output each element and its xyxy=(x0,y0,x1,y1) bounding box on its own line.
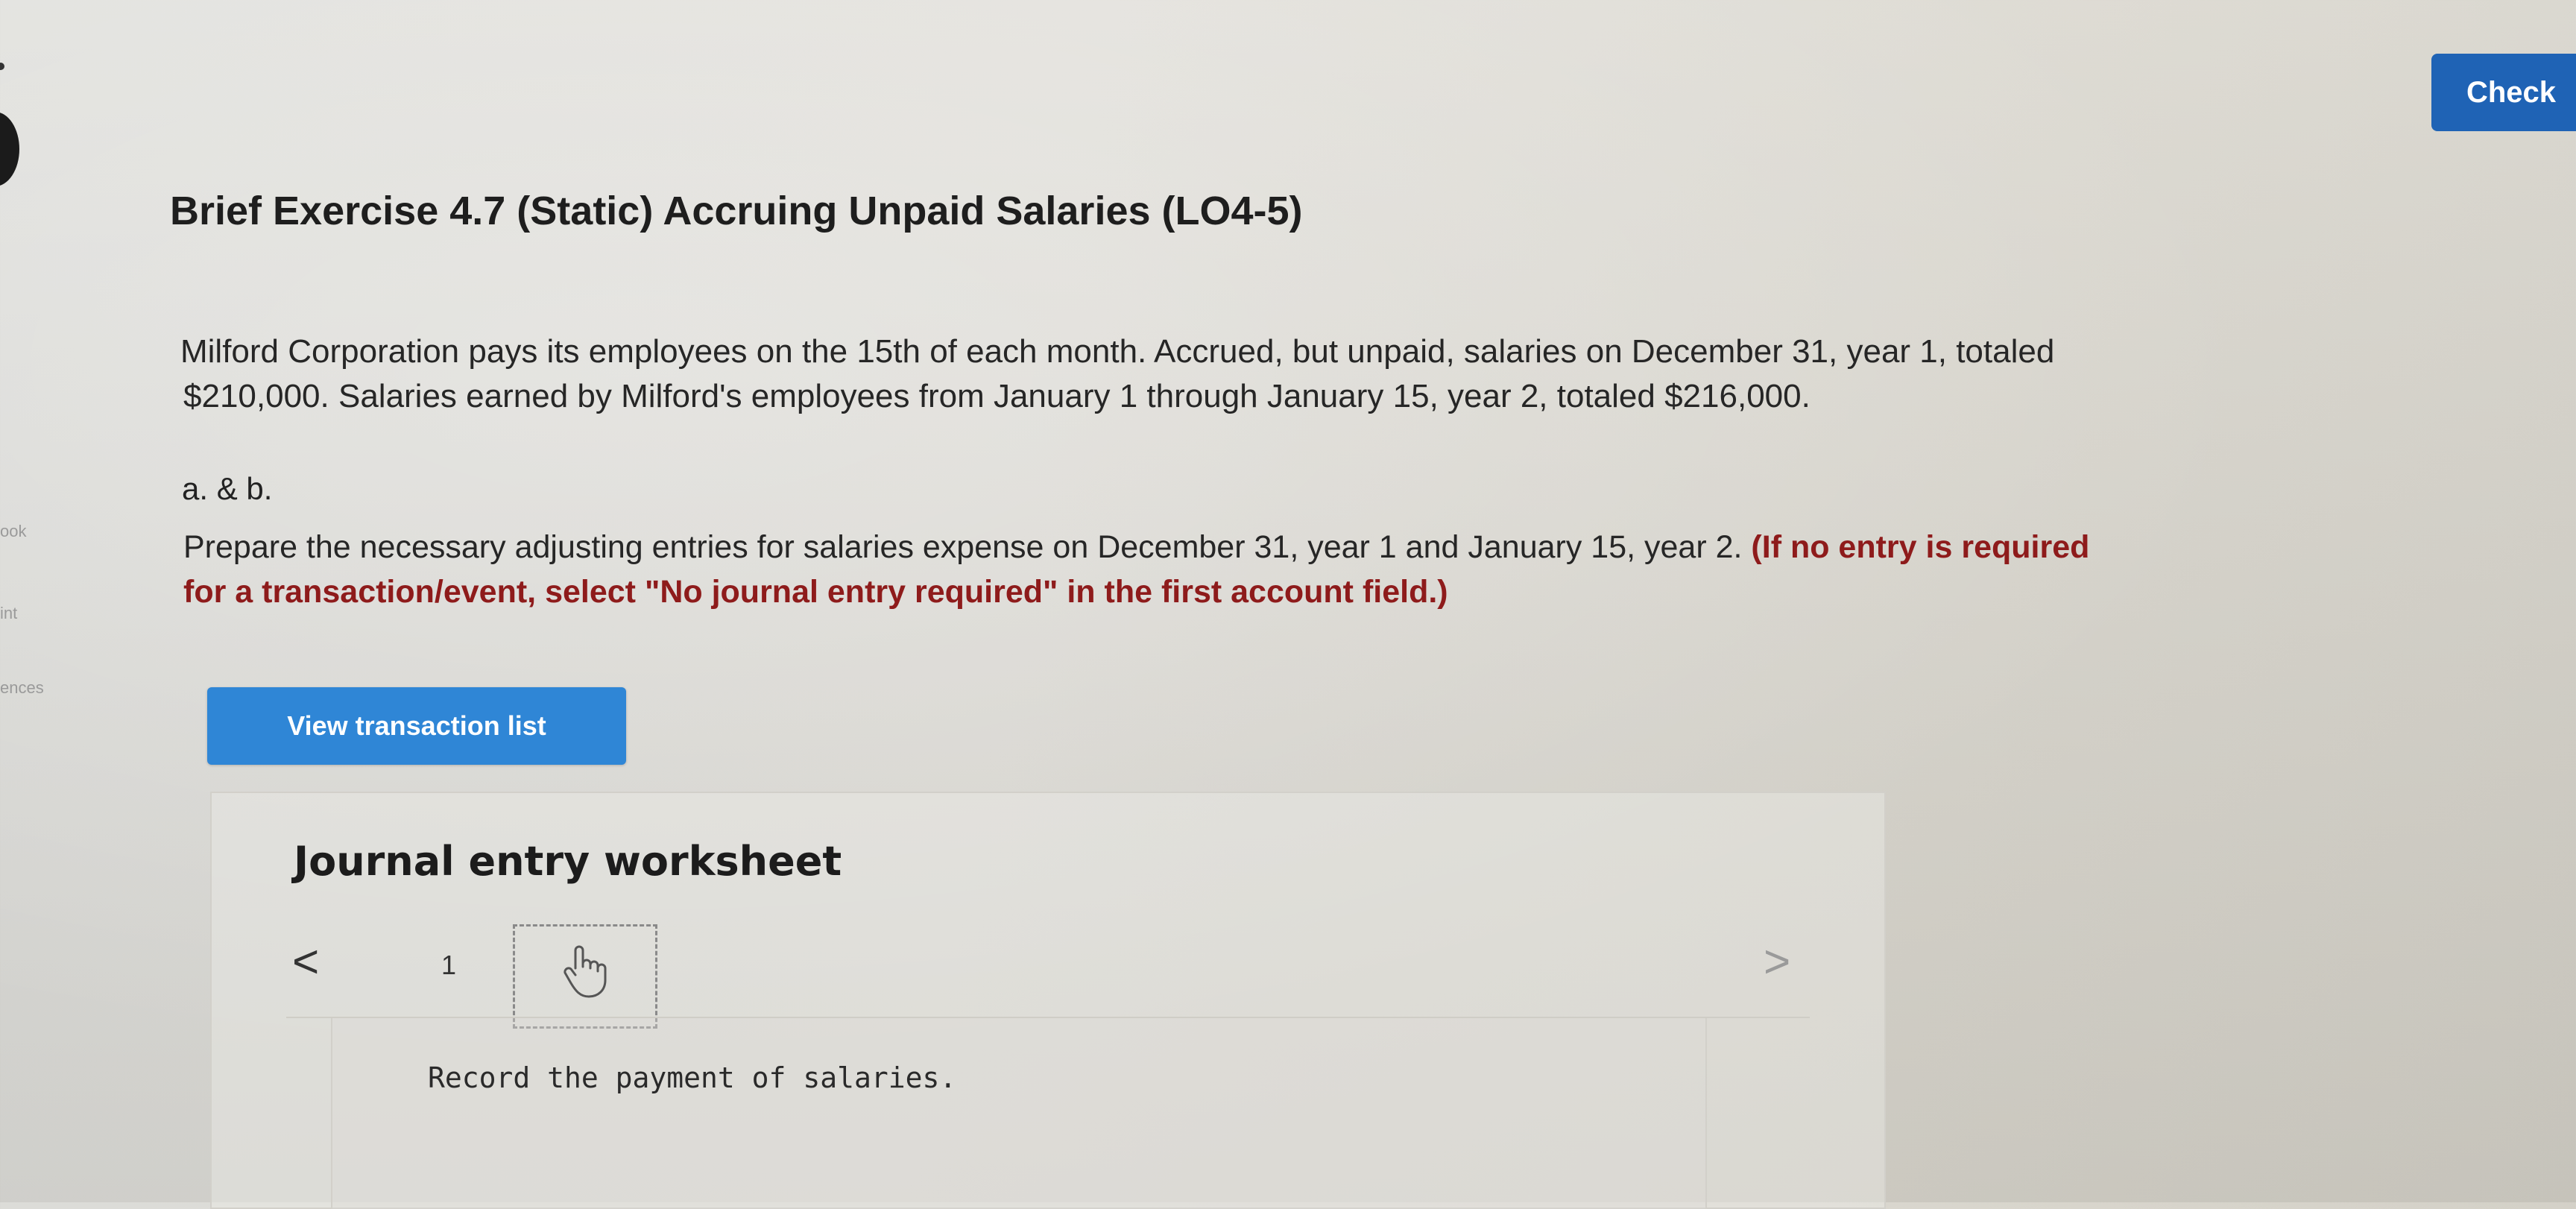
problem-description: Milford Corporation pays its employees o… xyxy=(180,329,2054,419)
page-1-tab[interactable]: 1 xyxy=(441,950,456,981)
instructions: Prepare the necessary adjusting entries … xyxy=(183,525,2089,614)
description-line-2: $210,000. Salaries earned by Milford's e… xyxy=(183,378,1811,414)
check-button[interactable]: Check xyxy=(2431,54,2576,131)
instruction-note-2: for a transaction/event, select "No jour… xyxy=(183,574,1448,610)
instruction-note-1: (If no entry is required xyxy=(1751,529,2090,565)
progress-indicator xyxy=(0,112,19,186)
part-label: a. & b. xyxy=(182,471,273,506)
left-sidebar: ook int ences xyxy=(0,0,45,1202)
page-2-tab[interactable] xyxy=(513,924,657,1029)
instruction-text: Prepare the necessary adjusting entries … xyxy=(183,529,1743,565)
exercise-title: Brief Exercise 4.7 (Static) Accruing Unp… xyxy=(170,189,1303,233)
hand-pointer-icon xyxy=(559,941,611,1011)
sidebar-item-ebook[interactable]: ook xyxy=(0,522,26,541)
description-line-1: Milford Corporation pays its employees o… xyxy=(180,333,2055,370)
view-transaction-list-button[interactable]: View transaction list xyxy=(207,687,626,765)
previous-page-chevron-icon[interactable]: < xyxy=(292,939,319,985)
next-page-chevron-icon[interactable]: > xyxy=(1764,939,1790,985)
sidebar-item-references[interactable]: ences xyxy=(0,678,44,698)
worksheet-title: Journal entry worksheet xyxy=(294,838,842,885)
worksheet-entry-panel xyxy=(331,1018,1707,1209)
worksheet-instruction: Record the payment of salaries. xyxy=(428,1061,957,1094)
sidebar-marker xyxy=(0,63,4,70)
sidebar-item-print[interactable]: int xyxy=(0,604,17,623)
journal-entry-worksheet: Journal entry worksheet < 1 > Record the… xyxy=(210,792,1886,1209)
